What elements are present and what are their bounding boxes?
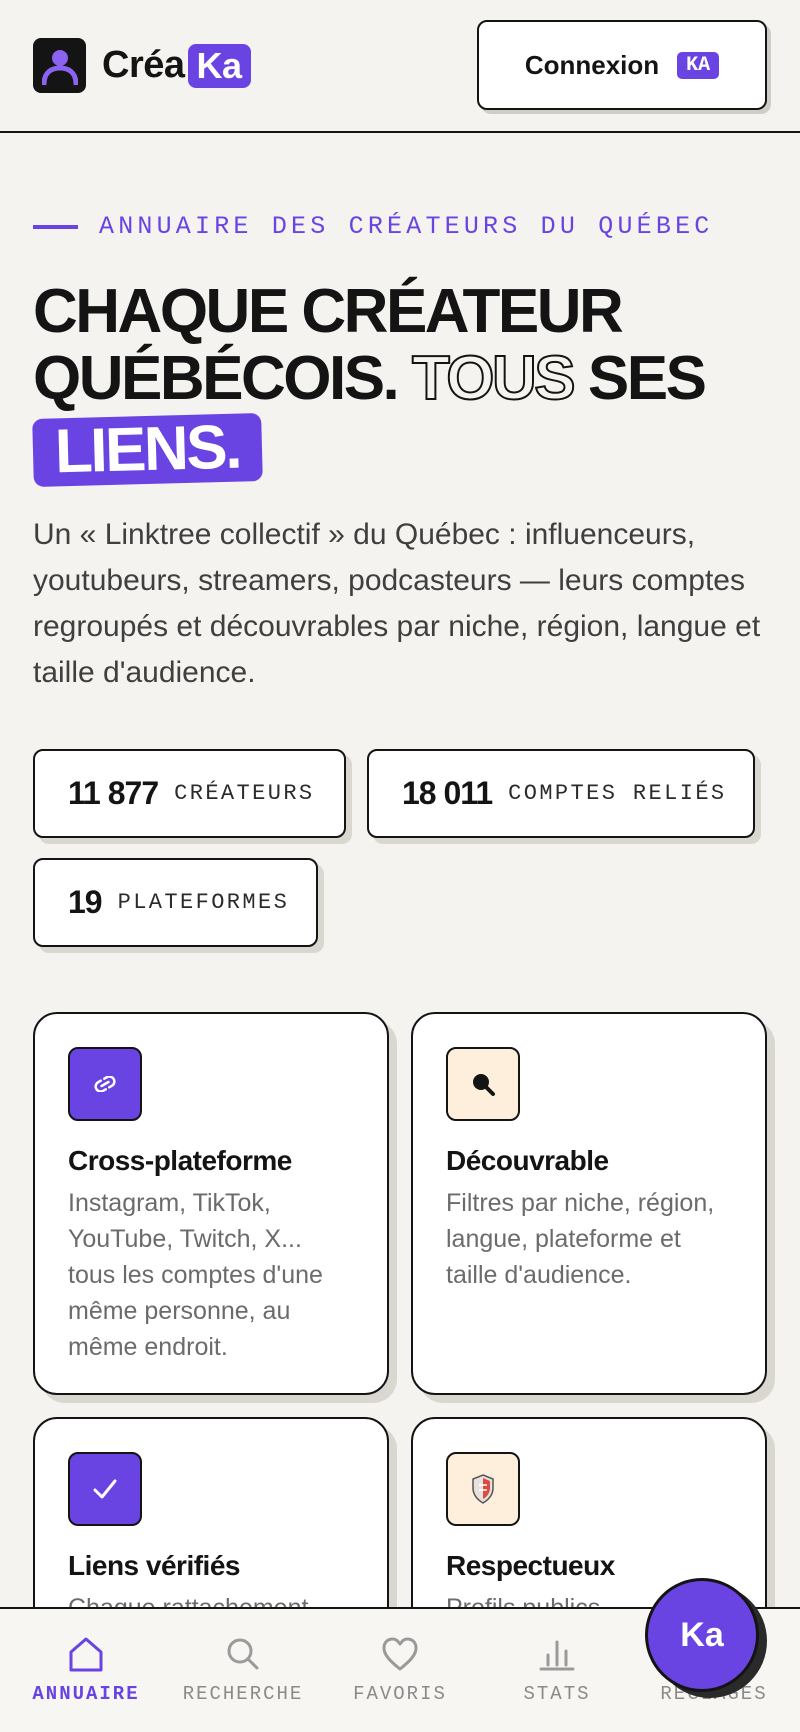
nav-item-recherche[interactable]: RECHERCHE — [163, 1609, 323, 1732]
shield-icon — [446, 1452, 520, 1526]
check-icon — [68, 1452, 142, 1526]
stat-number: 18 011 — [402, 775, 493, 811]
login-button[interactable]: Connexion KA — [477, 20, 767, 110]
page-title: Chaque créateur québécois. Tous ses lien… — [32, 277, 773, 487]
nav-item-stats[interactable]: STATS — [477, 1609, 637, 1732]
search-icon — [446, 1047, 520, 1121]
assistant-fab-button[interactable]: Ka — [645, 1578, 759, 1692]
nav-label: ANNUAIRE — [32, 1683, 140, 1705]
stat-label: CRÉATEURS — [174, 781, 315, 806]
title-chip: liens. — [32, 413, 263, 487]
login-badge: KA — [677, 51, 720, 79]
lead-paragraph: Un « Linktree collectif » du Québec : in… — [33, 518, 761, 689]
nav-item-favoris[interactable]: FAVORIS — [320, 1609, 480, 1732]
heart-icon — [382, 1637, 418, 1671]
stat-creators: 11 877 CRÉATEURS — [33, 749, 346, 838]
nav-label: FAVORIS — [353, 1683, 447, 1705]
feature-card-cross-platform: Cross-plateforme Instagram, TikTok, YouT… — [33, 1012, 389, 1395]
nav-label: STATS — [523, 1683, 591, 1705]
stat-label: PLATEFORMES — [117, 890, 290, 915]
logo-text: Créa Ka — [102, 43, 251, 88]
user-logo-icon — [33, 38, 86, 93]
nav-item-annuaire[interactable]: ANNUAIRE — [6, 1609, 166, 1732]
feature-title: Liens vérifiés — [68, 1550, 240, 1581]
feature-description: Instagram, TikTok, YouTube, Twitch, X...… — [68, 1189, 323, 1361]
title-line-2a: québécois. — [33, 344, 400, 413]
home-icon — [69, 1637, 103, 1672]
stat-platforms: 19 PLATEFORMES — [33, 858, 318, 947]
search-icon — [227, 1638, 259, 1670]
stat-label: COMPTES RELIÉS — [508, 781, 727, 806]
stat-number: 11 877 — [68, 775, 159, 811]
chart-icon — [539, 1640, 575, 1671]
logo-word: Créa — [102, 44, 185, 86]
title-line-2b: ses — [587, 344, 707, 413]
logo-badge: Ka — [187, 43, 251, 88]
feature-title: Découvrable — [446, 1145, 609, 1176]
feature-description: Filtres par niche, région, langue, plate… — [446, 1189, 715, 1289]
feature-title: Respectueux — [446, 1550, 615, 1581]
title-outline-word: Tous — [411, 344, 577, 413]
nav-label: RECHERCHE — [182, 1683, 304, 1705]
eyebrow: ANNUAIRE DES CRÉATEURS DU QUÉBEC — [33, 212, 713, 241]
eyebrow-line — [33, 224, 78, 229]
stat-accounts: 18 011 COMPTES RELIÉS — [367, 749, 755, 838]
feature-card-discoverable: Découvrable Filtres par niche, région, l… — [411, 1012, 767, 1395]
logo[interactable]: Créa Ka — [33, 38, 251, 93]
login-label: Connexion — [524, 49, 660, 80]
eyebrow-text: ANNUAIRE DES CRÉATEURS DU QUÉBEC — [99, 212, 714, 241]
stat-number: 19 — [68, 884, 103, 920]
title-line-1: Chaque créateur — [33, 277, 624, 346]
link-icon — [68, 1047, 142, 1121]
feature-title: Cross-plateforme — [68, 1145, 292, 1176]
app-header: Créa Ka Connexion KA — [0, 0, 800, 133]
